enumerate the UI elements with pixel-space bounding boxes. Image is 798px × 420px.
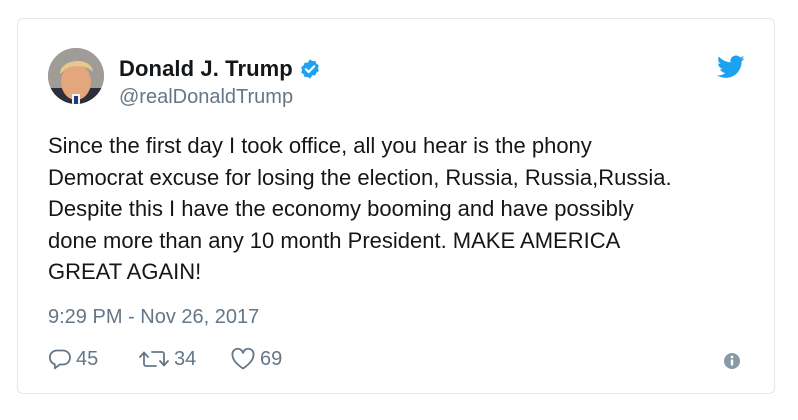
tweet-text-line: Despite this I have the economy booming … bbox=[48, 196, 634, 221]
tweet-text-line: Democrat excuse for losing the election,… bbox=[48, 164, 672, 190]
like-count: 69 bbox=[260, 347, 283, 370]
twitter-bird-icon[interactable] bbox=[717, 55, 745, 79]
retweet-button[interactable]: 34 bbox=[138, 347, 230, 371]
author-handle[interactable]: @realDonaldTrump bbox=[119, 86, 293, 109]
tweet-text-line: Since the first day I took office, all y… bbox=[48, 133, 592, 158]
retweet-count: 34 bbox=[174, 347, 197, 370]
reply-icon bbox=[48, 347, 72, 371]
tweet-text-line: GREAT AGAIN! bbox=[48, 259, 202, 284]
author-row: Donald J. Trump bbox=[119, 54, 321, 84]
verified-badge-icon bbox=[299, 58, 321, 80]
heart-icon bbox=[230, 347, 256, 371]
info-icon[interactable] bbox=[723, 352, 741, 370]
avatar[interactable] bbox=[48, 48, 104, 104]
author-name[interactable]: Donald J. Trump bbox=[119, 56, 293, 82]
retweet-icon bbox=[138, 347, 170, 371]
reply-button[interactable]: 45 bbox=[48, 347, 138, 371]
embedded-tweet-card: Donald J. Trump @realDonaldTrump Since t… bbox=[17, 18, 775, 394]
tweet-text-line: done more than any 10 month President. M… bbox=[48, 227, 621, 253]
tweet-text: Since the first day I took office, all y… bbox=[48, 130, 748, 288]
reply-count: 45 bbox=[76, 347, 99, 370]
tweet-actions: 45 34 69 bbox=[48, 346, 282, 372]
tweet-timestamp[interactable]: 9:29 PM - Nov 26, 2017 bbox=[48, 306, 259, 329]
like-button[interactable]: 69 bbox=[230, 347, 282, 371]
